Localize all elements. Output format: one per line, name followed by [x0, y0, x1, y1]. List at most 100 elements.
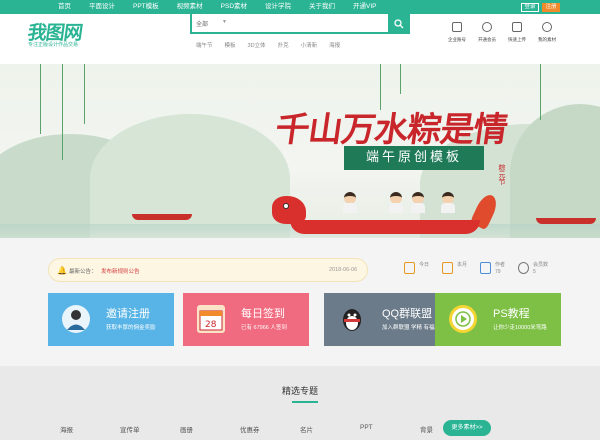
card-qq-group[interactable]: QQ群联盟 加入群联盟 学精 有福利	[324, 293, 450, 346]
dragon-head	[272, 196, 306, 224]
site-stats: 今日 本月 作者 79 会员数 5	[404, 262, 556, 276]
chevron-down-icon: ▼	[222, 19, 227, 25]
search-box: 全部 ▼	[190, 14, 410, 34]
small-dragon-boat	[132, 214, 192, 220]
title-underline	[292, 401, 318, 403]
play-icon	[449, 305, 477, 333]
document-icon	[480, 262, 491, 274]
nav-item-about[interactable]: 关于我们	[309, 0, 335, 14]
card-invite[interactable]: 邀请注册 获取丰厚的佣金奖励	[48, 293, 174, 346]
upload-icon	[512, 22, 522, 32]
site-header: 我图网 专注正版设计作品交易 全部 ▼ 端午节 模板 3D立体 扑克 小清新 海…	[0, 14, 600, 64]
qq-penguin-icon	[338, 305, 366, 333]
users-icon	[518, 262, 529, 274]
hot-search-words: 端午节 模板 3D立体 扑克 小清新 海报	[196, 41, 352, 49]
red-seal: 粽元节	[498, 164, 506, 185]
invite-user-icon	[62, 305, 90, 333]
category-item[interactable]: 优惠券	[240, 424, 300, 434]
stat-label: 会员数	[533, 262, 549, 268]
willow-branch	[62, 64, 63, 160]
card-ps-tutorial[interactable]: PS教程 让你少走10000米弯路	[435, 293, 561, 346]
svg-text:28: 28	[205, 320, 217, 330]
nav-item-vip[interactable]: 开通VIP	[353, 0, 376, 14]
hot-word[interactable]: 端午节	[196, 41, 213, 49]
enterprise-account-link[interactable]: 企业账号	[442, 22, 472, 43]
calendar-icon	[404, 262, 415, 274]
hot-word[interactable]: 模板	[225, 41, 236, 49]
register-button[interactable]: 注册	[542, 3, 560, 12]
card-desc: 让你少走10000米弯路	[493, 325, 547, 331]
stat-today: 今日	[404, 262, 442, 276]
mountain-illustration	[90, 114, 290, 238]
header-shortcuts: 企业账号 开通会员 快速上传 我的素材	[442, 22, 562, 43]
category-item[interactable]: 宣传单	[120, 424, 180, 434]
announcement-label: 最新公告：	[69, 269, 97, 275]
speaker-icon: 🔔	[57, 266, 67, 275]
nav-item-graphic-design[interactable]: 平面设计	[89, 0, 115, 14]
category-item[interactable]: PPT	[360, 424, 420, 434]
willow-branch	[84, 64, 85, 124]
search-button[interactable]	[388, 14, 410, 34]
card-title: PS教程	[493, 308, 530, 320]
search-input[interactable]	[234, 17, 374, 29]
hot-word[interactable]: 扑克	[278, 41, 289, 49]
category-item[interactable]: 画册	[180, 424, 240, 434]
rower-figure	[440, 192, 456, 213]
more-materials-button[interactable]: 更多素材>>	[443, 420, 491, 436]
banner-title: 千山万水粽是情	[272, 110, 510, 150]
hot-word[interactable]: 3D立体	[248, 41, 266, 49]
small-dragon-boat	[536, 218, 596, 224]
featured-title: 精选专题	[281, 386, 318, 396]
search-icon	[394, 19, 404, 29]
building-icon	[452, 22, 462, 32]
card-title: QQ群联盟	[382, 308, 433, 320]
hero-banner[interactable]: 千山万水粽是情 端午原创模板 粽元节	[0, 64, 600, 238]
stat-label: 本月	[457, 262, 468, 268]
calendar-28-icon: 28	[197, 305, 225, 333]
rower-figure	[410, 192, 426, 213]
category-item[interactable]: 海报	[60, 424, 120, 434]
announcement-bar: 🔔 最新公告： 发布新规则公告 2018-06-06	[48, 258, 368, 282]
card-desc: 加入群联盟 学精 有福利	[382, 325, 441, 331]
nav-item-psd[interactable]: PSD素材	[221, 0, 247, 14]
hot-word[interactable]: 小清新	[301, 41, 318, 49]
willow-branch	[40, 64, 41, 134]
announcement-link[interactable]: 发布新规则公告	[101, 267, 140, 275]
featured-categories: 海报 宣传单 画册 优惠券 名片 PPT 背景	[60, 424, 480, 434]
top-nav: 首页 平面设计 PPT模板 视频素材 PSD素材 设计学院 关于我们 开通VIP	[58, 0, 395, 14]
announcement-date: 2018-06-06	[329, 267, 358, 273]
stat-members: 会员数 5	[518, 262, 556, 276]
rower-figure	[342, 192, 358, 213]
stat-label: 作者	[495, 262, 506, 268]
dragon-boat	[290, 220, 480, 234]
card-title: 邀请注册	[106, 308, 150, 320]
nav-item-academy[interactable]: 设计学院	[265, 0, 291, 14]
stat-value: 5	[533, 269, 536, 275]
shortcut-label: 开通会员	[478, 37, 496, 42]
rower-figure	[388, 192, 404, 213]
hot-word[interactable]: 海报	[329, 41, 340, 49]
category-item[interactable]: 名片	[300, 424, 360, 434]
nav-item-home[interactable]: 首页	[58, 0, 71, 14]
card-checkin[interactable]: 28 每日签到 已有 67966 人签到	[183, 293, 309, 346]
card-desc: 获取丰厚的佣金奖励	[106, 325, 156, 331]
nav-item-ppt[interactable]: PPT模板	[133, 0, 159, 14]
willow-branch	[540, 64, 541, 120]
dragon-eye	[283, 203, 289, 209]
nav-item-video[interactable]: 视频素材	[177, 0, 203, 14]
stat-value: 79	[495, 269, 501, 275]
search-category-select[interactable]: 全部	[196, 19, 208, 28]
stat-month: 本月	[442, 262, 480, 276]
stat-label: 今日	[419, 262, 430, 268]
top-nav-bar: 首页 平面设计 PPT模板 视频素材 PSD素材 设计学院 关于我们 开通VIP…	[0, 0, 600, 14]
calendar-icon	[442, 262, 453, 274]
login-button[interactable]: 登录	[521, 3, 539, 12]
card-desc: 已有 67966 人签到	[241, 325, 287, 331]
shortcut-label: 企业账号	[448, 37, 466, 42]
upload-link[interactable]: 快速上传	[502, 22, 532, 43]
vip-link[interactable]: 开通会员	[472, 22, 502, 43]
shortcut-label: 快速上传	[508, 37, 526, 42]
card-title: 每日签到	[241, 308, 285, 320]
my-materials-link[interactable]: 我的素材	[532, 22, 562, 43]
stat-authors: 作者 79	[480, 262, 518, 276]
